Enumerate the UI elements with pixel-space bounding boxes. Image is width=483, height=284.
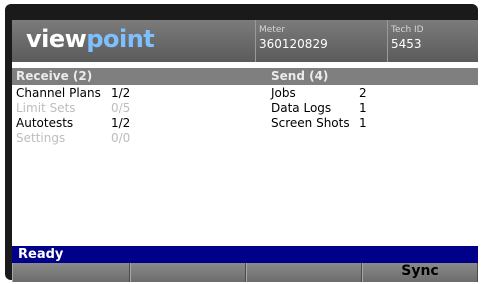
receive-item-autotests[interactable]: Autotests — [16, 116, 73, 131]
tech-id-value: 5453 — [391, 37, 422, 51]
softkey-bar: Sync — [12, 263, 478, 282]
receive-item-label: Channel Plans — [16, 86, 101, 100]
viewpoint-logo: viewpoint — [26, 25, 155, 53]
softkey-2[interactable] — [130, 263, 246, 282]
receive-item-label: Autotests — [16, 116, 74, 130]
status-text: Ready — [18, 247, 64, 262]
tech-id-label: Tech ID — [391, 25, 424, 35]
sync-label: Sync — [401, 263, 439, 279]
send-item-data-logs[interactable]: Data Logs — [271, 101, 331, 116]
tech-id-info: Tech ID 5453 — [391, 25, 424, 52]
softkey-1[interactable] — [12, 263, 130, 282]
column-headings: Receive (2) Send (4) — [12, 68, 478, 85]
receive-item-label: Limit Sets — [16, 101, 76, 115]
receive-item-value: 1/2 — [111, 86, 131, 100]
receive-item-channel-plans[interactable]: Channel Plans — [16, 86, 101, 101]
send-item-label: Data Logs — [271, 101, 332, 115]
receive-item-settings: Settings — [16, 131, 65, 146]
logo-text-view: view — [26, 25, 87, 53]
receive-item-limit-sets: Limit Sets — [16, 101, 76, 116]
send-item-value: 1 — [359, 101, 367, 115]
logo-text-point: point — [86, 25, 155, 53]
device-frame: viewpoint Meter 360120829 Tech ID 5453 R… — [5, 4, 478, 282]
send-item-value: 2 — [359, 86, 367, 100]
receive-item-value: 0/0 — [111, 131, 131, 145]
meter-label: Meter — [259, 25, 286, 35]
header-divider — [255, 20, 256, 62]
receive-item-label: Settings — [16, 131, 66, 145]
device-screen: viewpoint Meter 360120829 Tech ID 5453 R… — [12, 20, 478, 282]
receive-item-value: 1/2 — [111, 116, 131, 130]
meter-value: 360120829 — [259, 37, 328, 51]
send-item-label: Jobs — [271, 86, 296, 100]
sync-softkey[interactable]: Sync — [362, 263, 478, 282]
receive-item-value: 0/5 — [111, 101, 131, 115]
meter-info: Meter 360120829 — [259, 25, 328, 52]
receive-heading: Receive (2) — [16, 69, 93, 83]
send-item-value: 1 — [359, 116, 367, 130]
status-bar: Ready — [12, 246, 478, 263]
send-item-label: Screen Shots — [271, 116, 350, 130]
softkey-3[interactable] — [246, 263, 362, 282]
send-item-screen-shots[interactable]: Screen Shots — [271, 116, 350, 131]
header-divider — [387, 20, 388, 62]
app-header: viewpoint Meter 360120829 Tech ID 5453 — [12, 20, 478, 62]
send-heading: Send (4) — [271, 69, 329, 83]
send-item-jobs[interactable]: Jobs — [271, 86, 296, 101]
